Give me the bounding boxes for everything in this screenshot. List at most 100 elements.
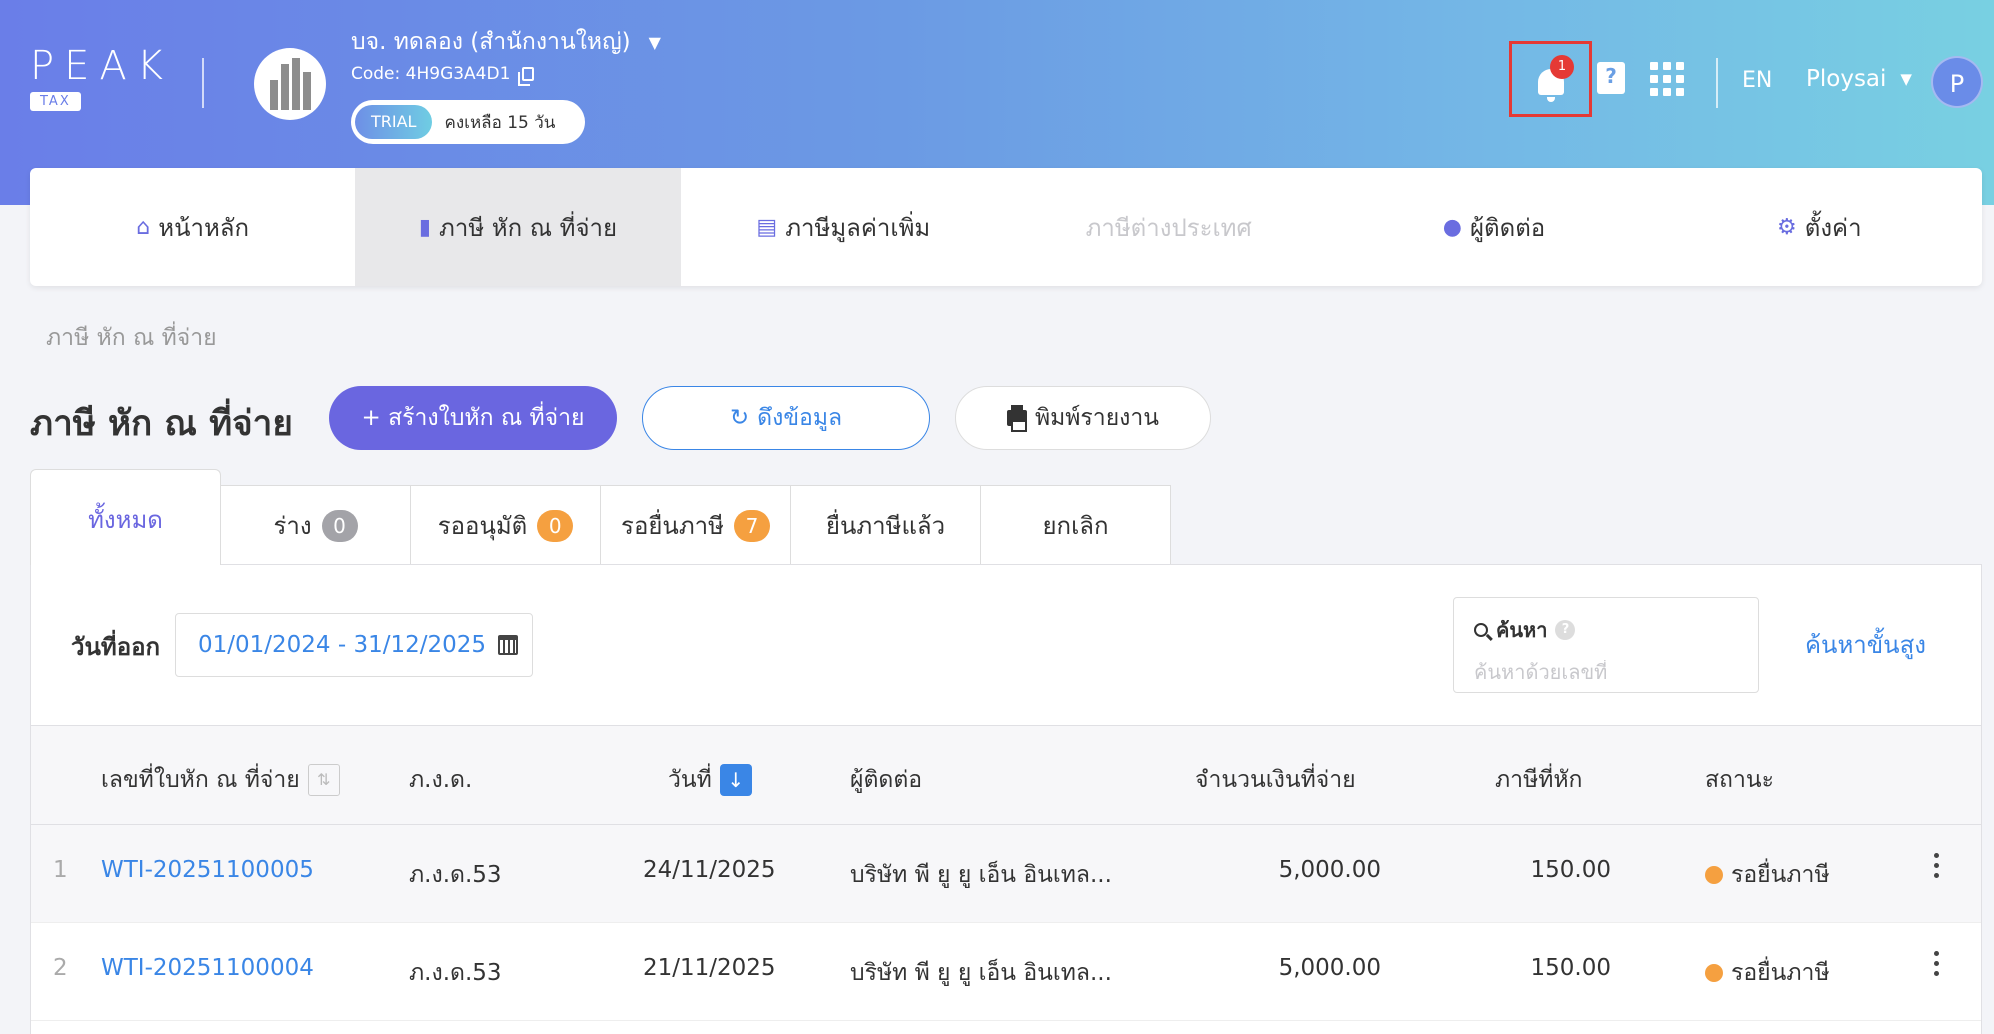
gear-icon: ⚙ bbox=[1777, 214, 1797, 240]
search-label: ค้นหา ? bbox=[1474, 614, 1738, 646]
refresh-icon: ↻ bbox=[729, 405, 750, 431]
column-label: จำนวนเงินที่จ่าย bbox=[1195, 767, 1356, 793]
search-label-text: ค้นหา bbox=[1496, 618, 1548, 642]
status-dot-icon bbox=[1705, 964, 1723, 982]
column-label: วันที่ bbox=[668, 767, 712, 793]
logo-wordmark: PEAK bbox=[30, 43, 173, 89]
tax-withheld: 150.00 bbox=[1530, 955, 1611, 981]
column-header-date[interactable]: วันที่ ↓ bbox=[668, 762, 752, 798]
tab-awaiting-approval[interactable]: รออนุมัติ 0 bbox=[410, 485, 601, 565]
nav-item-label: ภาษีต่างประเทศ bbox=[1085, 213, 1252, 242]
table-row[interactable]: 2 WTI-20251100004 ภ.ง.ด.53 21/11/2025 บร… bbox=[31, 923, 1981, 1021]
contact-name: บริษัท พี ยู ยู เอ็น อินเทล... bbox=[850, 862, 1112, 888]
column-header-tax: ภาษีที่หัก bbox=[1495, 762, 1583, 798]
row-index: 2 bbox=[53, 955, 68, 981]
printer-icon bbox=[1006, 405, 1027, 432]
trial-badge: TRIAL bbox=[355, 105, 433, 139]
chevron-down-icon: ▼ bbox=[1900, 70, 1912, 88]
help-icon[interactable]: ? bbox=[1555, 620, 1576, 640]
chevron-down-icon: ▼ bbox=[648, 32, 661, 52]
nav-item-home[interactable]: ⌂ หน้าหลัก bbox=[30, 168, 355, 286]
notification-button[interactable] bbox=[1509, 41, 1592, 117]
company-avatar[interactable] bbox=[254, 48, 326, 120]
tab-label: ทั้งหมด bbox=[88, 506, 163, 534]
column-header-form: ภ.ง.ด. bbox=[409, 762, 472, 798]
logo-tax-tag: TAX bbox=[30, 92, 81, 111]
nav-item-settings[interactable]: ⚙ ตั้งค่า bbox=[1657, 168, 1982, 286]
column-header-status: สถานะ bbox=[1705, 762, 1774, 798]
building-icon bbox=[269, 58, 311, 110]
column-header-contact: ผู้ติดต่อ bbox=[850, 762, 922, 798]
tab-label: รอยื่นภาษี bbox=[621, 512, 724, 540]
issue-date: 21/11/2025 bbox=[643, 955, 776, 981]
column-label: เลขที่ใบหัก ณ ที่จ่าย bbox=[101, 767, 300, 793]
column-label: สถานะ bbox=[1705, 767, 1774, 793]
sort-desc-icon[interactable]: ↓ bbox=[719, 764, 752, 796]
more-options-icon[interactable] bbox=[1934, 951, 1940, 976]
notification-badge: 1 bbox=[1550, 55, 1574, 79]
fetch-button-label: ดึงข้อมูล bbox=[757, 405, 843, 431]
main-nav: ⌂ หน้าหลัก ▮ ภาษี หัก ณ ที่จ่าย ▤ ภาษีมู… bbox=[30, 168, 1982, 286]
status-text: รอยื่นภาษี bbox=[1731, 862, 1830, 888]
date-range-picker[interactable]: 01/01/2024 - 31/12/2025 bbox=[175, 613, 533, 677]
user-icon: ● bbox=[1442, 214, 1462, 240]
search-input[interactable] bbox=[1474, 660, 1738, 684]
column-label: ภาษีที่หัก bbox=[1495, 767, 1583, 793]
status-dot-icon bbox=[1705, 866, 1723, 884]
copy-icon[interactable] bbox=[518, 67, 535, 86]
tab-filed[interactable]: ยื่นภาษีแล้ว bbox=[790, 485, 981, 565]
search-box: ค้นหา ? bbox=[1453, 597, 1759, 693]
date-filter-label: วันที่ออก bbox=[71, 633, 161, 661]
nav-item-withholding-tax[interactable]: ▮ ภาษี หัก ณ ที่จ่าย bbox=[355, 168, 681, 286]
nav-item-contacts[interactable]: ● ผู้ติดต่อ bbox=[1331, 168, 1656, 286]
user-name: Ploysai bbox=[1806, 66, 1887, 92]
form-type: ภ.ง.ด.53 bbox=[409, 960, 502, 986]
document-number-link[interactable]: WTI-20251100005 bbox=[101, 857, 314, 883]
nav-item-foreign-tax: ภาษีต่างประเทศ bbox=[1006, 168, 1331, 286]
header-divider bbox=[202, 58, 204, 108]
nav-item-label: หน้าหลัก bbox=[158, 213, 250, 242]
print-report-button[interactable]: พิมพ์รายงาน bbox=[955, 386, 1211, 450]
fetch-data-button[interactable]: ↻ ดึงข้อมูล bbox=[642, 386, 930, 450]
status-text: รอยื่นภาษี bbox=[1731, 960, 1830, 986]
user-menu[interactable]: Ploysai ▼ bbox=[1806, 66, 1912, 92]
column-label: ผู้ติดต่อ bbox=[850, 767, 923, 793]
tab-label: ยกเลิก bbox=[1042, 512, 1109, 540]
tab-cancelled[interactable]: ยกเลิก bbox=[980, 485, 1171, 565]
peak-logo[interactable]: PEAK TAX bbox=[30, 46, 180, 116]
sort-icon[interactable]: ⇅ bbox=[307, 764, 340, 796]
column-label: ภ.ง.ด. bbox=[409, 767, 473, 793]
breadcrumb[interactable]: ภาษี หัก ณ ที่จ่าย bbox=[46, 320, 217, 356]
tab-all[interactable]: ทั้งหมด bbox=[30, 469, 221, 565]
language-switch[interactable]: EN bbox=[1742, 68, 1772, 93]
tab-count-badge: 7 bbox=[733, 509, 770, 542]
create-withholding-button[interactable]: + สร้างใบหัก ณ ที่จ่าย bbox=[329, 386, 617, 450]
paid-amount: 5,000.00 bbox=[1278, 857, 1381, 883]
print-button-label: พิมพ์รายงาน bbox=[1034, 405, 1160, 431]
apps-grid-icon[interactable] bbox=[1650, 62, 1684, 96]
tab-draft[interactable]: ร่าง 0 bbox=[220, 485, 411, 565]
column-header-number[interactable]: เลขที่ใบหัก ณ ที่จ่าย ⇅ bbox=[101, 762, 340, 798]
tab-label: รออนุมัติ bbox=[437, 512, 528, 540]
trial-status[interactable]: TRIAL คงเหลือ 15 วัน bbox=[351, 100, 585, 144]
tab-awaiting-filing[interactable]: รอยื่นภาษี 7 bbox=[600, 485, 791, 565]
document-icon: ▤ bbox=[756, 214, 778, 240]
nav-item-vat[interactable]: ▤ ภาษีมูลค่าเพิ่ม bbox=[681, 168, 1006, 286]
company-code-text: Code: 4H9G3A4D1 bbox=[351, 64, 511, 84]
more-options-icon[interactable] bbox=[1934, 853, 1940, 878]
avatar[interactable]: P bbox=[1931, 56, 1983, 108]
header-divider bbox=[1716, 58, 1718, 108]
table-row[interactable]: 1 WTI-20251100005 ภ.ง.ด.53 24/11/2025 บร… bbox=[31, 825, 1981, 923]
tax-withheld: 150.00 bbox=[1530, 857, 1611, 883]
document-number-link[interactable]: WTI-20251100004 bbox=[101, 955, 314, 981]
advanced-search-link[interactable]: ค้นหาขั้นสูง bbox=[1805, 625, 1926, 664]
nav-item-label: ผู้ติดต่อ bbox=[1469, 213, 1546, 242]
calendar-icon bbox=[498, 635, 519, 655]
tab-count-badge: 0 bbox=[321, 509, 358, 542]
help-icon[interactable]: ? bbox=[1597, 62, 1625, 94]
issue-date: 24/11/2025 bbox=[643, 857, 776, 883]
date-range-value: 01/01/2024 - 31/12/2025 bbox=[198, 632, 487, 658]
row-index: 1 bbox=[53, 857, 68, 883]
company-selector[interactable]: บจ. ทดลอง (สำนักงานใหญ่) ▼ bbox=[351, 24, 661, 60]
nav-item-label: ภาษี หัก ณ ที่จ่าย bbox=[439, 213, 618, 242]
